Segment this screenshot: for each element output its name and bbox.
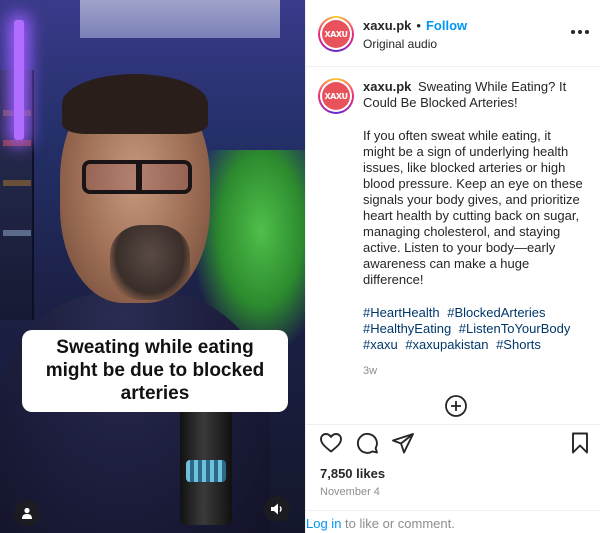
neon-light [14,20,24,140]
avatar-logo: XAXU [322,20,350,48]
separator-dot: • [416,18,421,33]
person-icon [22,507,32,519]
hashtag-link[interactable]: #ListenToYourBody [459,321,571,336]
likes-count[interactable]: 7,850 likes [320,466,385,481]
post-title-line: xaxu.pk Sweating While Eating? It Could … [363,79,585,111]
heart-icon [320,433,342,453]
ceiling-light [80,0,280,38]
post-text: If you often sweat while eating, it migh… [363,128,583,287]
header-user-line: xaxu.pk • Follow [363,18,467,33]
follow-button[interactable]: Follow [426,18,467,33]
save-button[interactable] [568,431,592,455]
hashtag-link[interactable]: #Shorts [496,337,541,352]
load-more-comments-button[interactable] [444,394,468,418]
hashtag-link[interactable]: #xaxu [363,337,398,352]
person-hair [62,74,208,134]
hashtag-link[interactable]: #HeartHealth [363,305,440,320]
audio-toggle-button[interactable] [264,496,290,522]
login-prompt: Log in to like or comment. [306,510,600,533]
person-beard [110,225,190,300]
hashtag-link[interactable]: #xaxupakistan [405,337,488,352]
bookmark-icon [572,432,588,454]
more-options-icon[interactable] [570,22,590,42]
hashtag-link[interactable]: #HealthyEating [363,321,451,336]
audio-link[interactable]: Original audio [363,37,437,51]
comment-button[interactable] [355,431,379,455]
login-link[interactable]: Log in [306,516,341,531]
post-age[interactable]: 3w [363,363,585,379]
person-glasses [82,160,192,194]
hashtag-link[interactable]: #BlockedArteries [447,305,545,320]
share-button[interactable] [391,431,415,455]
comment-icon [356,432,378,454]
post-header: XAXU xaxu.pk • Follow Original audio [306,0,600,67]
video-caption: Sweating while eating might be due to bl… [22,330,288,412]
action-bar: 7,850 likes November 4 [306,424,600,514]
speaker-icon [271,503,282,515]
reel-video[interactable]: Sweating while eating might be due to bl… [0,0,305,533]
like-button[interactable] [319,431,343,455]
user-tag-button[interactable] [14,500,40,526]
post-details-panel: XAXU xaxu.pk • Follow Original audio XAXU … [305,0,600,533]
hashtag-list: #HeartHealth #BlockedArteries #HealthyEa… [363,305,585,353]
send-icon [392,433,414,454]
avatar-logo: XAXU [322,82,350,110]
post-date: November 4 [320,486,380,498]
microphone-band [186,460,226,482]
plus-circle-icon [445,395,467,417]
post-username-link[interactable]: xaxu.pk [363,79,411,94]
username-link[interactable]: xaxu.pk [363,18,411,33]
post-author-avatar[interactable]: XAXU [318,78,354,114]
post-caption: xaxu.pk Sweating While Eating? It Could … [363,79,585,379]
avatar[interactable]: XAXU [318,16,354,52]
login-prompt-text: to like or comment. [345,516,455,531]
